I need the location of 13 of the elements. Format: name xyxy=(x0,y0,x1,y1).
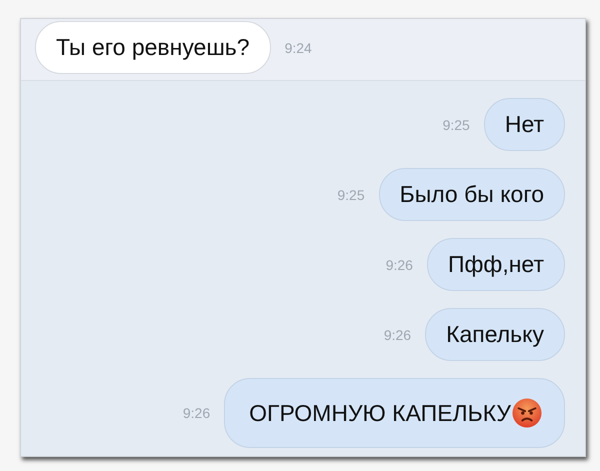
message-text: Капельку xyxy=(446,321,544,348)
message-text: Было бы кого xyxy=(400,181,544,208)
message-text: Нет xyxy=(504,111,544,138)
message-time: 9:26 xyxy=(384,326,412,342)
angry-face-icon xyxy=(512,398,542,428)
message-text: Ты его ревнуешь? xyxy=(56,34,250,61)
message-time: 9:26 xyxy=(386,256,413,272)
message-time: 9:25 xyxy=(337,186,365,202)
message-time: 9:26 xyxy=(182,405,210,421)
message-time: 9:25 xyxy=(442,116,470,132)
message-text: Пфф,нет xyxy=(448,251,544,278)
message-text: ОГРОМНУЮ КАПЕЛЬКУ xyxy=(249,400,511,426)
message-time: 9:24 xyxy=(284,40,312,56)
